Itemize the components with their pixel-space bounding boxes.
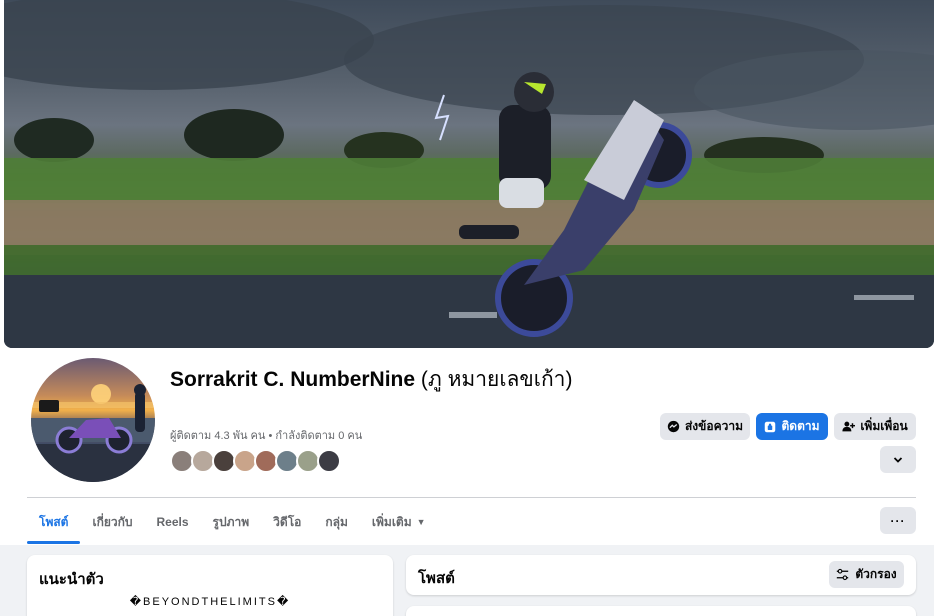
add-friend-icon — [842, 421, 856, 432]
message-button[interactable]: ส่งข้อความ — [660, 413, 750, 440]
message-button-label: ส่งข้อความ — [684, 419, 743, 433]
profile-header: Sorrakrit C. NumberNine (ภู หมายเลขเก้า)… — [0, 0, 934, 545]
tab-label: เพิ่มเติม — [371, 514, 412, 529]
intro-bio: �BEYONDTHELIMITS� — [129, 596, 291, 608]
filter-sliders-icon — [837, 568, 849, 581]
cover-photo[interactable] — [4, 0, 934, 348]
tab-label: กลุ่ม — [325, 514, 348, 529]
tab-groups[interactable]: กลุ่ม — [313, 500, 360, 544]
profile-options-button[interactable] — [880, 446, 916, 473]
friend-avatars[interactable] — [170, 449, 341, 473]
friend-avatar[interactable] — [317, 449, 341, 473]
tab-posts[interactable]: โพสต์ — [27, 500, 81, 544]
tab-more[interactable]: เพิ่มเติม ▼ — [360, 500, 438, 544]
profile-display-name: Sorrakrit C. NumberNine — [170, 368, 416, 391]
add-friend-button[interactable]: เพิ่มเพื่อน — [834, 413, 916, 440]
follow-icon — [765, 421, 776, 432]
follow-button[interactable]: ติดตาม — [756, 413, 828, 440]
filter-button[interactable]: ตัวกรอง — [829, 561, 904, 588]
follow-button-label: ติดตาม — [781, 419, 820, 433]
tab-label: Reels — [156, 515, 189, 529]
tab-label: เกี่ยวกับ — [92, 514, 133, 529]
tab-videos[interactable]: วิดีโอ — [261, 500, 313, 544]
profile-alternate-name: (ภู หมายเลขเก้า) — [420, 368, 573, 391]
add-friend-button-label: เพิ่มเพื่อน — [860, 419, 908, 433]
follow-stats[interactable]: ผู้ติดตาม 4.3 พัน คน • กำลังติดตาม 0 คน — [170, 426, 362, 444]
tab-label: วิดีโอ — [273, 514, 302, 529]
header-divider — [27, 497, 916, 498]
intro-title: แนะนำตัว — [39, 571, 104, 588]
tab-about[interactable]: เกี่ยวกับ — [80, 500, 144, 544]
intro-card: แนะนำตัว �BEYONDTHELIMITS� — [27, 555, 393, 616]
tab-label: รูปภาพ — [212, 514, 250, 529]
cover-photo-art — [4, 0, 934, 348]
filter-button-label: ตัวกรอง — [855, 567, 897, 581]
avatar-art — [31, 384, 155, 482]
post-composer-card — [406, 606, 916, 616]
profile-avatar[interactable] — [27, 354, 159, 486]
tab-label: โพสต์ — [39, 514, 69, 529]
tab-photos[interactable]: รูปภาพ — [201, 500, 262, 544]
tab-reels[interactable]: Reels — [145, 500, 201, 544]
more-options-button[interactable]: ··· — [880, 507, 916, 534]
chevron-down-icon — [893, 456, 903, 463]
profile-name: Sorrakrit C. NumberNine (ภู หมายเลขเก้า) — [170, 366, 580, 394]
profile-tabs: โพสต์ เกี่ยวกับ Reels รูปภาพ วิดีโอ กลุ่… — [27, 500, 438, 544]
messenger-icon — [667, 420, 680, 433]
caret-down-icon: ▼ — [416, 517, 426, 527]
posts-title: โพสต์ — [418, 570, 455, 587]
